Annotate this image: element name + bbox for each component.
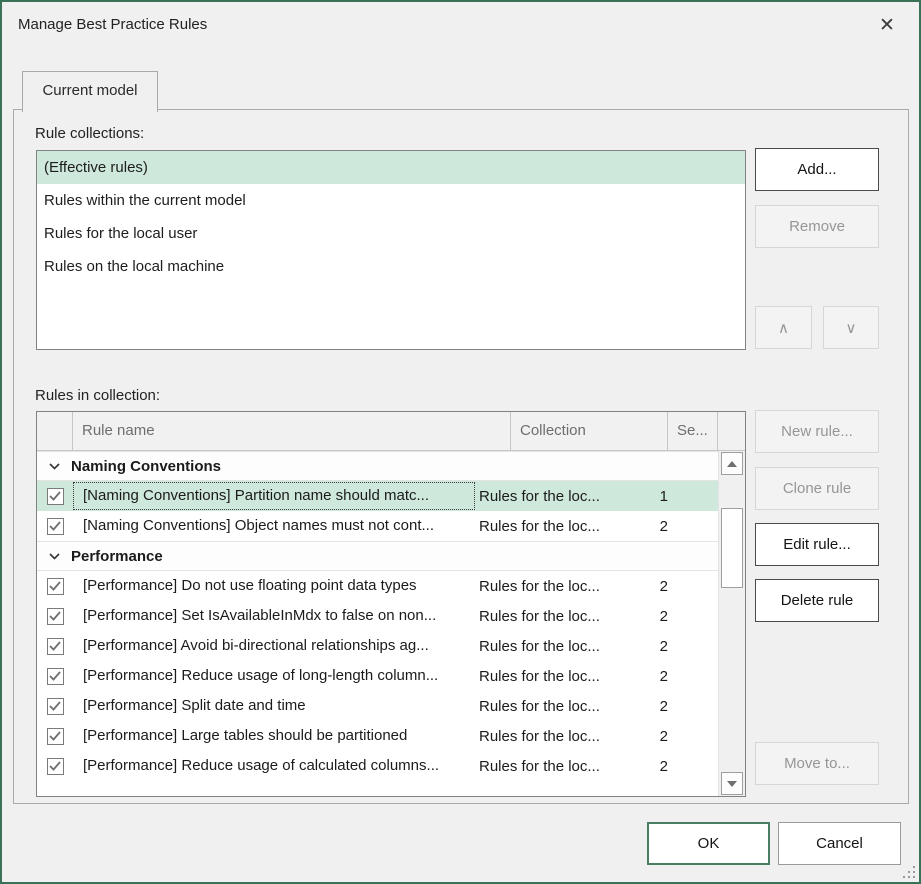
rule-name-cell[interactable]: [Performance] Avoid bi-directional relat… [73, 632, 475, 660]
rule-row[interactable]: [Naming Conventions] Object names must n… [37, 511, 718, 541]
scrollbar-column-header [718, 412, 745, 450]
resize-grip[interactable] [901, 864, 915, 878]
collection-list-item[interactable]: Rules on the local machine [37, 250, 745, 283]
rule-name-column-header[interactable]: Rule name [73, 412, 511, 450]
add-button[interactable]: Add... [755, 148, 879, 191]
rule-checkbox-cell [37, 518, 73, 535]
rule-row[interactable]: [Performance] Set IsAvailableInMdx to fa… [37, 601, 718, 631]
rule-name-cell[interactable]: [Naming Conventions] Object names must n… [73, 512, 475, 540]
rule-checkbox-cell [37, 758, 73, 775]
new-rule-button[interactable]: New rule... [755, 410, 879, 453]
edit-rule-button[interactable]: Edit rule... [755, 523, 879, 566]
rule-checkbox[interactable] [47, 698, 64, 715]
rules-in-collection-label: Rules in collection: [35, 387, 160, 404]
rule-collection-cell[interactable]: Rules for the loc... [475, 638, 632, 655]
collection-column-header[interactable]: Collection [511, 412, 668, 450]
cancel-button[interactable]: Cancel [778, 822, 901, 865]
rule-collection-cell[interactable]: Rules for the loc... [475, 518, 632, 535]
rule-checkbox[interactable] [47, 608, 64, 625]
collection-list-item[interactable]: (Effective rules) [37, 151, 745, 184]
rule-severity-cell[interactable]: 2 [632, 758, 676, 775]
rule-collection-cell[interactable]: Rules for the loc... [475, 728, 632, 745]
rule-checkbox-cell [37, 578, 73, 595]
clone-rule-button[interactable]: Clone rule [755, 467, 879, 510]
checkbox-column-header[interactable] [37, 412, 73, 450]
rule-name-cell[interactable]: [Naming Conventions] Partition name shou… [73, 482, 475, 510]
rule-name-cell[interactable]: [Performance] Do not use floating point … [73, 572, 475, 600]
group-row[interactable]: Performance [37, 541, 718, 571]
rule-row[interactable]: [Performance] Split date and timeRules f… [37, 691, 718, 721]
rule-checkbox[interactable] [47, 488, 64, 505]
rule-name-cell[interactable]: [Performance] Large tables should be par… [73, 722, 475, 750]
rule-collections-label: Rule collections: [35, 125, 144, 142]
ok-button[interactable]: OK [647, 822, 770, 865]
rule-severity-cell[interactable]: 2 [632, 638, 676, 655]
rule-severity-cell[interactable]: 2 [632, 608, 676, 625]
dialog-title: Manage Best Practice Rules [18, 16, 207, 33]
rules-grid-body: Naming Conventions [Naming Conventions] P… [37, 451, 718, 796]
rule-row[interactable]: [Naming Conventions] Partition name shou… [37, 481, 718, 511]
close-icon[interactable]: ✕ [873, 12, 901, 40]
scroll-up-icon[interactable] [721, 452, 743, 475]
rule-checkbox-cell [37, 608, 73, 625]
vertical-scrollbar[interactable] [718, 451, 745, 796]
rule-checkbox[interactable] [47, 728, 64, 745]
rule-name-cell[interactable]: [Performance] Reduce usage of long-lengt… [73, 662, 475, 690]
rule-collection-cell[interactable]: Rules for the loc... [475, 578, 632, 595]
scrollbar-thumb[interactable] [721, 508, 743, 588]
group-label: Performance [71, 548, 163, 565]
rule-row[interactable]: [Performance] Do not use floating point … [37, 571, 718, 601]
rule-checkbox-cell [37, 728, 73, 745]
tab-current-model[interactable]: Current model [22, 71, 158, 112]
rule-checkbox[interactable] [47, 758, 64, 775]
rule-collection-cell[interactable]: Rules for the loc... [475, 488, 632, 505]
remove-button[interactable]: Remove [755, 205, 879, 248]
rule-checkbox[interactable] [47, 578, 64, 595]
rule-severity-cell[interactable]: 2 [632, 728, 676, 745]
move-down-button[interactable]: ∨ [823, 306, 879, 349]
manage-best-practice-rules-dialog: Manage Best Practice Rules ✕ Current mod… [0, 0, 921, 884]
rule-name-cell[interactable]: [Performance] Reduce usage of calculated… [73, 752, 475, 780]
rule-severity-cell[interactable]: 2 [632, 578, 676, 595]
rule-checkbox[interactable] [47, 518, 64, 535]
rule-collection-cell[interactable]: Rules for the loc... [475, 608, 632, 625]
rule-checkbox-cell [37, 698, 73, 715]
rules-grid: Rule name Collection Se... Naming Conven… [36, 411, 746, 797]
rule-severity-cell[interactable]: 2 [632, 698, 676, 715]
rule-row[interactable]: [Performance] Large tables should be par… [37, 721, 718, 751]
rules-grid-header: Rule name Collection Se... [37, 412, 745, 451]
severity-column-header[interactable]: Se... [668, 412, 718, 450]
rule-checkbox[interactable] [47, 638, 64, 655]
rule-row[interactable]: [Performance] Reduce usage of calculated… [37, 751, 718, 781]
rule-checkbox-cell [37, 638, 73, 655]
rule-row[interactable]: [Performance] Avoid bi-directional relat… [37, 631, 718, 661]
move-to-button[interactable]: Move to... [755, 742, 879, 785]
rule-severity-cell[interactable]: 1 [632, 488, 676, 505]
group-label: Naming Conventions [71, 458, 221, 475]
rule-checkbox-cell [37, 668, 73, 685]
scroll-down-icon[interactable] [721, 772, 743, 795]
rule-name-cell[interactable]: [Performance] Set IsAvailableInMdx to fa… [73, 602, 475, 630]
group-row[interactable]: Naming Conventions [37, 451, 718, 481]
rule-collection-cell[interactable]: Rules for the loc... [475, 668, 632, 685]
tab-panel: Rule collections: (Effective rules)Rules… [13, 109, 909, 804]
chevron-down-icon[interactable] [49, 553, 65, 560]
rule-checkbox-cell [37, 488, 73, 505]
collection-list-item[interactable]: Rules within the current model [37, 184, 745, 217]
rule-collection-cell[interactable]: Rules for the loc... [475, 758, 632, 775]
titlebar: Manage Best Practice Rules ✕ [2, 2, 919, 50]
rule-collections-list[interactable]: (Effective rules)Rules within the curren… [36, 150, 746, 350]
rule-collection-cell[interactable]: Rules for the loc... [475, 698, 632, 715]
rule-severity-cell[interactable]: 2 [632, 668, 676, 685]
rule-checkbox[interactable] [47, 668, 64, 685]
move-up-button[interactable]: ∧ [755, 306, 812, 349]
chevron-down-icon[interactable] [49, 463, 65, 470]
rule-name-cell[interactable]: [Performance] Split date and time [73, 692, 475, 720]
collection-list-item[interactable]: Rules for the local user [37, 217, 745, 250]
rule-row[interactable]: [Performance] Reduce usage of long-lengt… [37, 661, 718, 691]
rule-severity-cell[interactable]: 2 [632, 518, 676, 535]
delete-rule-button[interactable]: Delete rule [755, 579, 879, 622]
